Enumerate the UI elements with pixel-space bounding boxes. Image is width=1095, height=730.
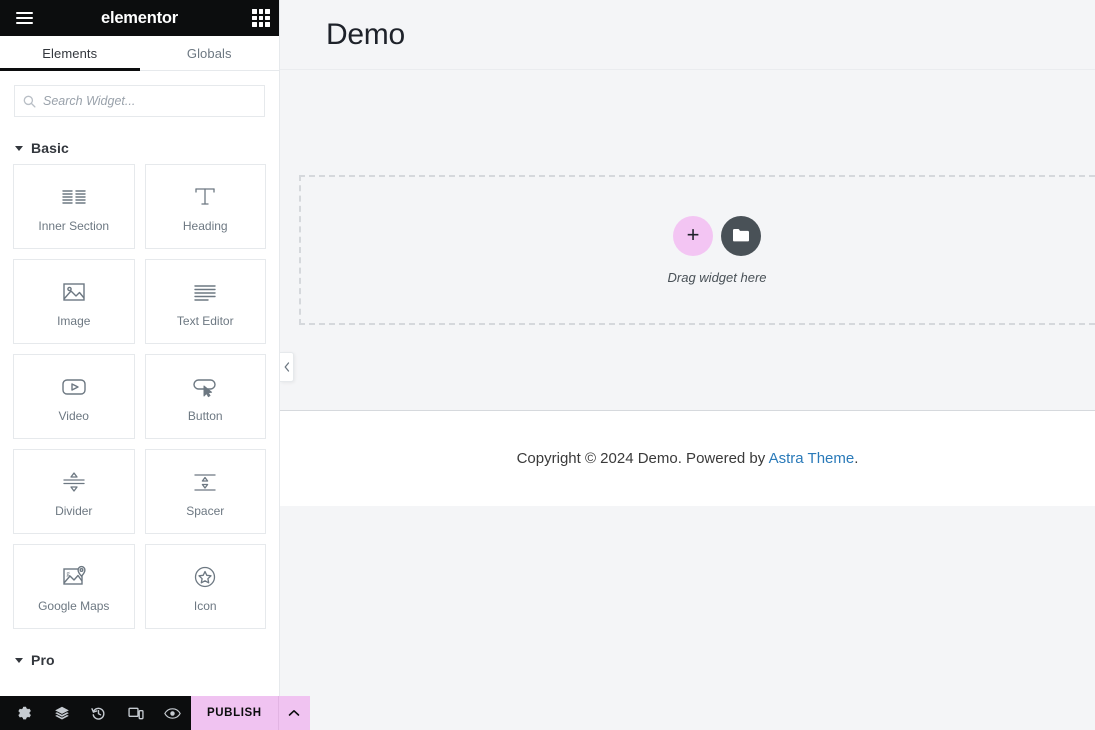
widget-label: Icon <box>193 598 217 613</box>
tab-globals[interactable]: Globals <box>140 36 280 70</box>
tab-elements[interactable]: Elements <box>0 36 140 71</box>
widget-inner-section[interactable]: Inner Section <box>13 164 135 249</box>
tab-globals-label: Globals <box>186 45 232 61</box>
layers-navigator-icon[interactable] <box>43 696 80 730</box>
panel-footer-toolbar: PUBLISH <box>0 696 310 730</box>
columns-icon <box>59 182 89 212</box>
publish-area: PUBLISH <box>191 696 310 730</box>
page-canvas: Demo + Drag widget here Copyright © 2024… <box>280 0 1095 730</box>
add-section-button[interactable]: + <box>673 215 713 256</box>
category-header-basic[interactable]: Basic <box>13 117 266 164</box>
widget-button[interactable]: Button <box>144 354 266 439</box>
dropzone-buttons: + <box>673 215 761 256</box>
folder-icon <box>733 229 749 242</box>
widget-label: Spacer <box>186 503 225 518</box>
widget-label: Image <box>57 313 91 328</box>
widget-text-editor[interactable]: Text Editor <box>144 259 266 344</box>
copyright-suffix: . <box>854 450 859 467</box>
map-pin-icon: g <box>59 562 89 592</box>
elementor-panel: elementor Elements Globals Search Widget… <box>0 0 310 730</box>
site-content-area: + Drag widget here <box>280 70 1095 410</box>
chevron-up-icon[interactable] <box>277 696 310 730</box>
search-box[interactable] <box>14 85 265 117</box>
template-library-button[interactable] <box>721 215 761 256</box>
site-header: Demo <box>280 0 1095 70</box>
widget-dropzone[interactable]: + Drag widget here <box>299 175 1095 325</box>
category-label-pro: Pro <box>31 652 55 668</box>
text-lines-icon <box>190 277 220 307</box>
category-label-basic: Basic <box>31 140 69 156</box>
search-input[interactable] <box>43 94 264 108</box>
widget-label: Video <box>58 408 89 423</box>
site-footer: Copyright © 2024 Demo. Powered by Astra … <box>280 410 1095 506</box>
widget-label: Google Maps <box>38 598 110 613</box>
dropzone-caption: Drag widget here <box>667 269 767 285</box>
widget-image[interactable]: Image <box>13 259 135 344</box>
footer-tools <box>0 696 191 730</box>
tab-elements-label: Elements <box>42 45 98 61</box>
responsive-device-icon[interactable] <box>117 696 154 730</box>
search-widget-area <box>0 71 279 117</box>
eye-preview-icon[interactable] <box>154 696 191 730</box>
chevron-down-icon <box>15 657 23 663</box>
copyright-prefix: Copyright © 2024 Demo. Powered by <box>516 450 769 467</box>
button-cursor-icon <box>190 372 220 402</box>
widget-list[interactable]: Basic Inner Section Heading Image Text E… <box>0 117 279 696</box>
plus-icon: + <box>686 221 700 247</box>
heading-t-icon <box>190 182 220 212</box>
widget-label: Text Editor <box>176 313 234 328</box>
widget-label: Heading <box>182 218 228 233</box>
widget-label: Divider <box>55 503 93 518</box>
widget-icon[interactable]: Icon <box>144 544 266 629</box>
hamburger-menu-icon[interactable] <box>6 0 42 36</box>
astra-theme-link[interactable]: Astra Theme <box>769 450 855 467</box>
widget-grid-basic: Inner Section Heading Image Text Editor … <box>13 164 266 629</box>
page-title: Demo <box>326 17 405 51</box>
category-header-pro[interactable]: Pro <box>13 629 266 676</box>
history-clock-icon[interactable] <box>80 696 117 730</box>
panel-tabs: Elements Globals <box>0 36 279 71</box>
settings-gear-icon[interactable] <box>6 696 43 730</box>
panel-collapse-handle[interactable] <box>280 352 294 382</box>
spacer-icon <box>190 467 220 497</box>
widget-google-maps[interactable]: g Google Maps <box>13 544 135 629</box>
panel-header: elementor <box>0 0 279 36</box>
widget-divider[interactable]: Divider <box>13 449 135 534</box>
search-icon <box>15 95 43 108</box>
image-icon <box>59 277 89 307</box>
widget-label: Button <box>187 408 223 423</box>
widget-label: Inner Section <box>38 218 110 233</box>
widget-video[interactable]: Video <box>13 354 135 439</box>
divider-icon <box>59 467 89 497</box>
widget-heading[interactable]: Heading <box>144 164 266 249</box>
chevron-down-icon <box>15 145 23 151</box>
publish-button[interactable]: PUBLISH <box>191 696 278 730</box>
svg-text:g: g <box>66 569 70 577</box>
star-circle-icon <box>190 562 220 592</box>
elementor-editor: elementor Elements Globals Search Widget… <box>0 0 1095 730</box>
widget-spacer[interactable]: Spacer <box>144 449 266 534</box>
video-play-icon <box>59 372 89 402</box>
grid-apps-icon[interactable] <box>252 9 270 27</box>
canvas-empty-area <box>280 506 1095 730</box>
copyright-text: Copyright © 2024 Demo. Powered by Astra … <box>517 450 859 467</box>
